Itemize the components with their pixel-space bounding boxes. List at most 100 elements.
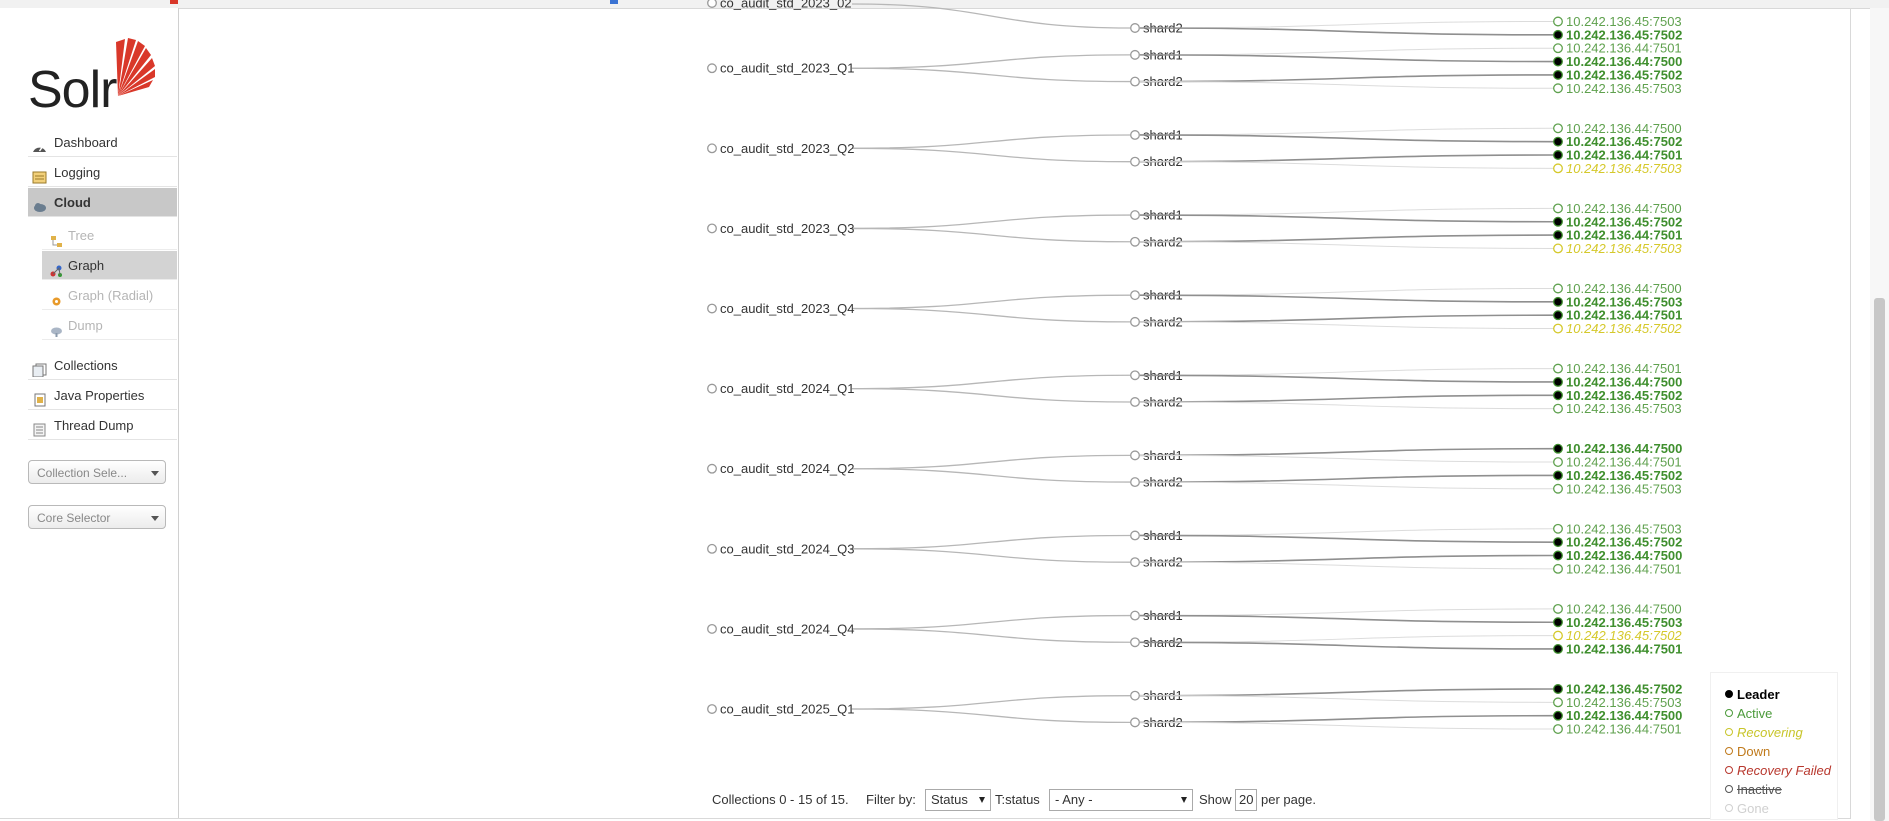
collection-label[interactable]: co_audit_std_2025_Q1 bbox=[720, 702, 854, 717]
leader-replica-node[interactable] bbox=[1553, 69, 1563, 80]
collection-node[interactable] bbox=[707, 623, 717, 634]
leader-replica-node[interactable] bbox=[1553, 310, 1563, 321]
active-replica-node[interactable] bbox=[1553, 563, 1563, 574]
active-replica-node[interactable] bbox=[1553, 724, 1563, 735]
active-replica-node[interactable] bbox=[1553, 363, 1563, 374]
collection-label[interactable]: co_audit_std_2023_02 bbox=[720, 0, 852, 11]
leader-replica-node[interactable] bbox=[1553, 136, 1563, 147]
replica-address[interactable]: 10.242.136.45:7503 bbox=[1566, 161, 1682, 176]
shard-node[interactable] bbox=[1130, 290, 1140, 301]
leader-replica-node[interactable] bbox=[1553, 29, 1563, 40]
leader-replica-node[interactable] bbox=[1553, 710, 1563, 721]
shard-node[interactable] bbox=[1130, 210, 1140, 221]
collection-node[interactable] bbox=[707, 0, 717, 8]
leader-replica-node[interactable] bbox=[1553, 644, 1563, 654]
collection-label[interactable]: co_audit_std_2024_Q2 bbox=[720, 461, 854, 476]
collection-shard-link bbox=[851, 548, 1131, 563]
replica-link bbox=[1139, 207, 1555, 216]
collection-node[interactable] bbox=[707, 704, 717, 714]
shard-node[interactable] bbox=[1130, 690, 1140, 701]
leader-replica-node[interactable] bbox=[1553, 296, 1563, 307]
collections-count: Collections 0 - 15 of 15. bbox=[712, 792, 849, 807]
shard-node[interactable] bbox=[1130, 397, 1140, 407]
shard-node[interactable] bbox=[1130, 450, 1140, 461]
replica-link bbox=[1139, 714, 1555, 724]
replica-address[interactable]: 10.242.136.45:7503 bbox=[1566, 401, 1682, 416]
collection-label[interactable]: co_audit_std_2023_Q2 bbox=[720, 141, 854, 156]
leader-replica-node[interactable] bbox=[1553, 617, 1563, 628]
shard-node[interactable] bbox=[1130, 49, 1140, 60]
scrollbar-thumb[interactable] bbox=[1874, 298, 1885, 821]
per-page-input[interactable]: 20 bbox=[1235, 789, 1257, 811]
active-replica-node[interactable] bbox=[1553, 43, 1563, 54]
shard-node[interactable] bbox=[1130, 130, 1140, 140]
replica-address[interactable]: 10.242.136.44:7501 bbox=[1566, 722, 1682, 737]
shard-node[interactable] bbox=[1130, 637, 1140, 648]
leader-replica-node[interactable] bbox=[1553, 56, 1563, 67]
replica-address[interactable]: 10.242.136.45:7503 bbox=[1566, 241, 1682, 256]
shard-node[interactable] bbox=[1130, 557, 1140, 568]
recovering-replica-node[interactable] bbox=[1553, 630, 1563, 641]
shard-node[interactable] bbox=[1130, 717, 1140, 728]
active-replica-node[interactable] bbox=[1553, 283, 1563, 294]
replica-link bbox=[1139, 474, 1555, 483]
active-replica-node[interactable] bbox=[1553, 483, 1563, 494]
replica-link bbox=[1139, 481, 1555, 490]
shard-node[interactable] bbox=[1130, 530, 1140, 541]
active-replica-node[interactable] bbox=[1553, 457, 1563, 468]
vertical-scrollbar[interactable] bbox=[1870, 8, 1889, 821]
recovering-replica-node[interactable] bbox=[1553, 323, 1563, 334]
collection-label[interactable]: co_audit_std_2024_Q4 bbox=[720, 621, 854, 636]
active-replica-node[interactable] bbox=[1553, 603, 1563, 614]
leader-replica-node[interactable] bbox=[1553, 470, 1563, 481]
leader-replica-node[interactable] bbox=[1553, 443, 1563, 454]
replica-address[interactable]: 10.242.136.45:7502 bbox=[1566, 321, 1682, 336]
active-replica-node[interactable] bbox=[1553, 123, 1563, 134]
leader-replica-node[interactable] bbox=[1553, 377, 1563, 387]
leader-replica-node[interactable] bbox=[1553, 216, 1563, 227]
shard-node[interactable] bbox=[1130, 76, 1140, 87]
collection-label[interactable]: co_audit_std_2023_Q3 bbox=[720, 221, 854, 236]
collection-node[interactable] bbox=[707, 303, 717, 314]
collection-label[interactable]: co_audit_std_2023_Q4 bbox=[720, 301, 854, 316]
filter-type-select[interactable]: Status bbox=[925, 789, 991, 811]
active-replica-node[interactable] bbox=[1553, 203, 1563, 214]
shard-node[interactable] bbox=[1130, 156, 1140, 167]
collection-label[interactable]: co_audit_std_2024_Q1 bbox=[720, 381, 854, 396]
leader-replica-node[interactable] bbox=[1553, 390, 1563, 401]
shard-node[interactable] bbox=[1130, 477, 1140, 488]
collection-node[interactable] bbox=[707, 543, 717, 554]
active-replica-node[interactable] bbox=[1553, 697, 1563, 708]
collection-node[interactable] bbox=[707, 463, 717, 474]
leader-replica-node[interactable] bbox=[1553, 230, 1563, 241]
shard-node[interactable] bbox=[1130, 236, 1140, 247]
collection-label[interactable]: co_audit_std_2024_Q3 bbox=[720, 541, 854, 556]
active-replica-node[interactable] bbox=[1553, 523, 1563, 534]
leader-replica-node[interactable] bbox=[1553, 150, 1563, 160]
active-replica-node[interactable] bbox=[1553, 16, 1563, 27]
replica-address[interactable]: 10.242.136.45:7503 bbox=[1566, 81, 1682, 96]
shard-node[interactable] bbox=[1130, 23, 1140, 33]
recovering-replica-node[interactable] bbox=[1553, 163, 1563, 174]
leader-replica-node[interactable] bbox=[1553, 684, 1563, 694]
collection-node[interactable] bbox=[707, 223, 717, 234]
collection-node[interactable] bbox=[707, 383, 717, 394]
collection-shard-link bbox=[851, 67, 1131, 83]
shard-node[interactable] bbox=[1130, 610, 1140, 621]
leader-replica-node[interactable] bbox=[1553, 550, 1563, 561]
collection-label[interactable]: co_audit_std_2023_Q1 bbox=[720, 61, 854, 76]
replica-address[interactable]: 10.242.136.44:7501 bbox=[1566, 641, 1682, 656]
active-replica-node[interactable] bbox=[1553, 403, 1563, 414]
leader-replica-node[interactable] bbox=[1553, 537, 1563, 548]
filter-by-label: Filter by: bbox=[866, 792, 916, 807]
active-replica-node[interactable] bbox=[1553, 83, 1563, 94]
shard-node[interactable] bbox=[1130, 316, 1140, 327]
replica-address[interactable]: 10.242.136.45:7503 bbox=[1566, 481, 1682, 496]
tstatus-select[interactable]: - Any - bbox=[1049, 789, 1193, 811]
replica-address[interactable]: 10.242.136.44:7501 bbox=[1566, 561, 1682, 576]
collection-node[interactable] bbox=[707, 143, 717, 154]
shard-node[interactable] bbox=[1130, 370, 1140, 381]
collection-node[interactable] bbox=[707, 63, 717, 74]
recovering-replica-node[interactable] bbox=[1553, 243, 1563, 254]
collection-shard-link bbox=[851, 54, 1131, 69]
